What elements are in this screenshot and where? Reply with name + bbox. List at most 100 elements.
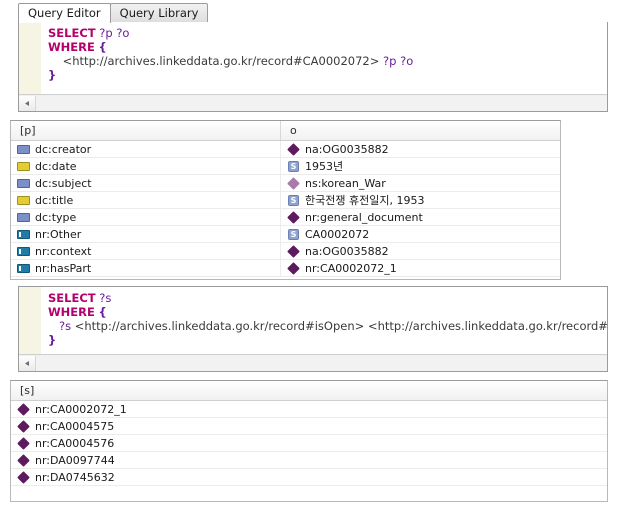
diamond-shape xyxy=(17,453,30,467)
cell-object[interactable]: S 한국전쟁 휴전일지, 1953 xyxy=(281,192,560,208)
cell-predicate[interactable]: dc:title xyxy=(11,192,281,208)
results-table-body-bottom: nr:CA0002072_1 nr:CA0004575 nr:CA0004576 nr… xyxy=(11,401,607,486)
cell-predicate[interactable]: dc:creator xyxy=(11,141,281,157)
column-header-p[interactable]: [p] xyxy=(11,121,281,140)
code-line: SELECT ?s xyxy=(48,291,607,305)
diamond-shape xyxy=(17,419,30,433)
cell-predicate[interactable]: nr:hasPart xyxy=(11,260,281,276)
object-label: 1953년 xyxy=(305,160,344,173)
subject-label: nr:DA0745632 xyxy=(35,470,115,484)
code-token-var: ?p ?o xyxy=(383,54,414,68)
diamond-shape xyxy=(287,210,300,224)
predicate-label: dc:subject xyxy=(35,176,92,190)
tab-query-library-label: Query Library xyxy=(119,6,199,20)
cell-object[interactable]: na:OG0035882 xyxy=(281,141,560,157)
property-periwinkle-icon xyxy=(17,212,30,222)
code-token-kw: WHERE xyxy=(48,305,95,319)
code-line: <http://archives.linkeddata.go.kr/record… xyxy=(48,54,607,68)
column-header-o[interactable]: o xyxy=(281,121,560,140)
object-label: CA0002072 xyxy=(305,227,370,241)
resource-diamond-icon xyxy=(17,470,30,484)
table-row[interactable]: dc:subject ns:korean_War xyxy=(11,175,560,192)
code-token-sp xyxy=(48,54,63,68)
literal-icon: S xyxy=(287,228,300,240)
results-table-body-top: dc:creator na:OG0035882 dc:date S 1953년 dc:su… xyxy=(11,141,560,277)
cell-subject[interactable]: nr:DA0745632 xyxy=(11,469,607,485)
cell-object[interactable]: nr:general_document xyxy=(281,209,560,225)
literal-badge-glyph: S xyxy=(288,228,299,240)
literal-icon: S xyxy=(287,160,300,172)
code-token-var: ?s xyxy=(58,319,72,333)
predicate-label: nr:context xyxy=(35,244,92,258)
cell-subject[interactable]: nr:CA0002072_1 xyxy=(11,401,607,417)
table-row[interactable]: dc:creator na:OG0035882 xyxy=(11,141,560,158)
table-row[interactable]: nr:context na:OG0035882 xyxy=(11,243,560,260)
cell-predicate[interactable]: dc:subject xyxy=(11,175,281,191)
resource-diamond-icon xyxy=(17,402,30,416)
table-row[interactable]: nr:CA0002072_1 xyxy=(11,401,607,418)
cell-object[interactable]: na:OG0035882 xyxy=(281,243,560,259)
column-header-s[interactable]: [s] xyxy=(11,381,607,400)
resource-diamond-light-icon xyxy=(287,176,300,190)
table-row[interactable]: nr:Other S CA0002072 xyxy=(11,226,560,243)
scroll-left-arrow-icon[interactable] xyxy=(19,95,36,111)
table-row[interactable]: nr:DA0745632 xyxy=(11,469,607,486)
cell-predicate[interactable]: dc:type xyxy=(11,209,281,225)
table-row[interactable]: dc:title S 한국전쟁 휴전일지, 1953 xyxy=(11,192,560,209)
cell-subject[interactable]: nr:CA0004575 xyxy=(11,418,607,434)
object-label: nr:CA0002072_1 xyxy=(305,261,397,275)
subject-label: nr:DA0097744 xyxy=(35,453,115,467)
table-row[interactable]: nr:hasPart nr:CA0002072_1 xyxy=(11,260,560,277)
subject-label: nr:CA0004575 xyxy=(35,419,115,433)
cell-predicate[interactable]: nr:context xyxy=(11,243,281,259)
table-row[interactable]: nr:CA0004576 xyxy=(11,435,607,452)
table-row[interactable]: nr:DA0097744 xyxy=(11,452,607,469)
object-label: na:OG0035882 xyxy=(305,142,389,156)
scroll-left-arrow-icon[interactable] xyxy=(19,355,36,371)
sparql-query-app: Query Editor Query Library SELECT ?p ?o W… xyxy=(0,0,627,509)
editor-bottom-horizontal-scrollbar[interactable] xyxy=(19,354,607,371)
property-teal-icon xyxy=(17,229,30,239)
cell-subject[interactable]: nr:DA0097744 xyxy=(11,452,607,468)
editor-top-scroll-track[interactable] xyxy=(36,95,607,111)
query-editor-top-code[interactable]: SELECT ?p ?o WHERE { <http://archives.lin… xyxy=(42,22,607,94)
cell-object[interactable]: ns:korean_War xyxy=(281,175,560,191)
query-editor-panel-top: SELECT ?p ?o WHERE { <http://archives.lin… xyxy=(18,22,608,112)
property-teal-icon xyxy=(17,246,30,256)
diamond-shape xyxy=(287,244,300,258)
resource-diamond-icon xyxy=(17,436,30,450)
code-token-var: ?p ?o xyxy=(99,26,130,40)
code-line: } xyxy=(48,68,607,82)
query-editor-top[interactable]: SELECT ?p ?o WHERE { <http://archives.lin… xyxy=(19,22,607,94)
literal-badge-glyph: S xyxy=(288,194,299,206)
query-editor-bottom-code[interactable]: SELECT ?s WHERE { ?s <http://archives.lin… xyxy=(42,287,607,354)
cell-object[interactable]: S CA0002072 xyxy=(281,226,560,242)
editor-bottom-scroll-track[interactable] xyxy=(36,355,607,371)
table-row[interactable]: nr:CA0004575 xyxy=(11,418,607,435)
predicate-label: dc:type xyxy=(35,210,77,224)
tab-strip: Query Editor Query Library xyxy=(18,2,608,23)
property-periwinkle-icon xyxy=(17,144,30,154)
cell-subject[interactable]: nr:CA0004576 xyxy=(11,435,607,451)
object-label: nr:general_document xyxy=(305,210,423,224)
cell-predicate[interactable]: nr:Other xyxy=(11,226,281,242)
editor-top-horizontal-scrollbar[interactable] xyxy=(19,94,607,111)
table-row[interactable]: dc:type nr:general_document xyxy=(11,209,560,226)
resource-diamond-icon xyxy=(287,210,300,224)
cell-object[interactable]: S 1953년 xyxy=(281,158,560,174)
code-line: WHERE { xyxy=(48,40,607,54)
cell-predicate[interactable]: dc:date xyxy=(11,158,281,174)
cell-object[interactable]: nr:CA0002072_1 xyxy=(281,260,560,276)
query-editor-bottom[interactable]: SELECT ?s WHERE { ?s <http://archives.lin… xyxy=(19,287,607,354)
code-token-sp xyxy=(48,319,59,333)
predicate-label: dc:date xyxy=(35,159,77,173)
code-line: ?s <http://archives.linkeddata.go.kr/rec… xyxy=(48,319,607,333)
tab-query-library[interactable]: Query Library xyxy=(109,3,209,22)
editor-gutter-top xyxy=(19,22,42,94)
code-token-kw: SELECT xyxy=(48,26,96,40)
diamond-shape xyxy=(287,261,300,275)
resource-diamond-icon xyxy=(287,261,300,275)
table-row[interactable]: dc:date S 1953년 xyxy=(11,158,560,175)
code-token-brace: } xyxy=(48,333,57,347)
tab-query-editor[interactable]: Query Editor xyxy=(18,3,111,23)
